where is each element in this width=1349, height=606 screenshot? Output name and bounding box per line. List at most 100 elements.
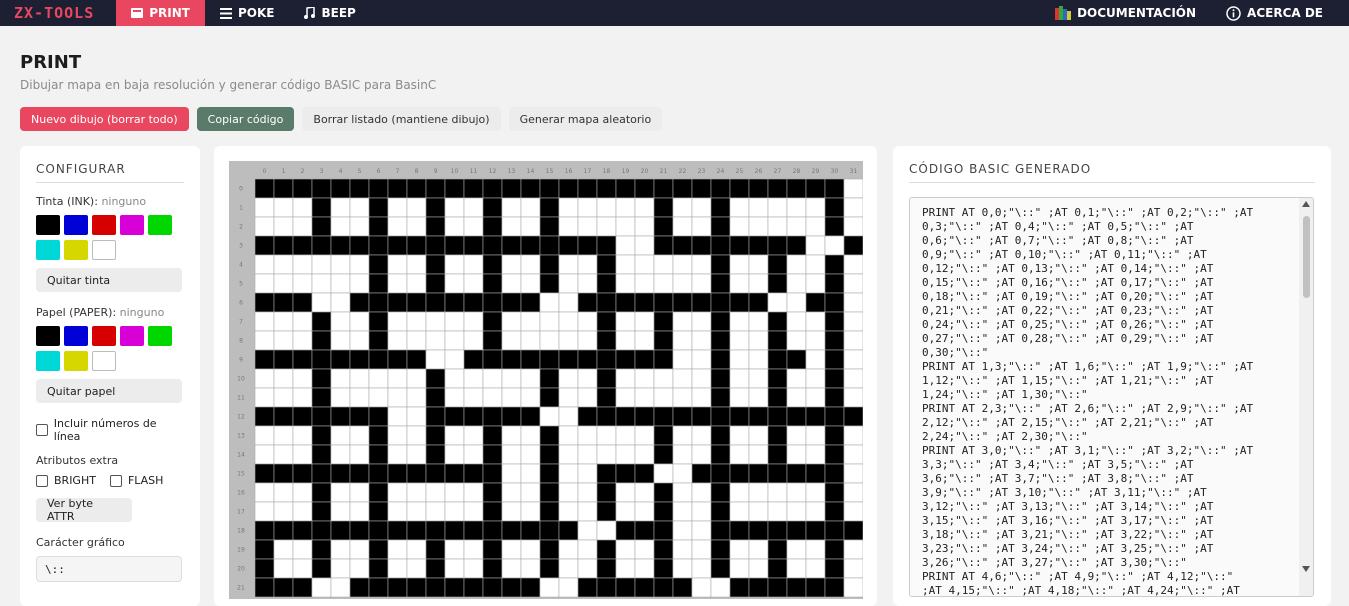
grid-cell[interactable] xyxy=(330,558,351,579)
grid-cell[interactable] xyxy=(387,197,408,218)
grid-cell[interactable] xyxy=(311,235,332,256)
grid-cell[interactable] xyxy=(311,311,332,332)
grid-cell[interactable] xyxy=(387,273,408,294)
grid-cell[interactable] xyxy=(368,387,389,408)
grid-cell[interactable] xyxy=(387,577,408,598)
grid-cell[interactable] xyxy=(558,558,579,579)
grid-cell[interactable] xyxy=(425,539,446,560)
grid-cell[interactable] xyxy=(482,311,503,332)
ink-swatch-2[interactable] xyxy=(92,215,116,235)
grid-cell[interactable] xyxy=(463,197,484,218)
grid-cell[interactable] xyxy=(729,482,750,503)
grid-cell[interactable] xyxy=(311,349,332,370)
grid-cell[interactable] xyxy=(805,463,826,484)
grid-cell[interactable] xyxy=(539,406,560,427)
grid-cell[interactable] xyxy=(577,501,598,522)
grid-cell[interactable] xyxy=(710,197,731,218)
grid-cell[interactable] xyxy=(520,539,541,560)
grid-cell[interactable] xyxy=(406,254,427,275)
grid-cell[interactable] xyxy=(786,254,807,275)
grid-cell[interactable] xyxy=(254,273,275,294)
grid-cell[interactable] xyxy=(254,425,275,446)
grid-cell[interactable] xyxy=(729,254,750,275)
grid-cell[interactable] xyxy=(615,349,636,370)
grid-cell[interactable] xyxy=(387,406,408,427)
grid-cell[interactable] xyxy=(805,254,826,275)
nav-tab-beep[interactable]: BEEP xyxy=(289,0,370,26)
grid-cell[interactable] xyxy=(292,349,313,370)
grid-cell[interactable] xyxy=(843,368,863,389)
grid-cell[interactable] xyxy=(615,311,636,332)
grid-cell[interactable] xyxy=(710,292,731,313)
grid-cell[interactable] xyxy=(786,463,807,484)
grid-cell[interactable] xyxy=(767,235,788,256)
grid-cell[interactable] xyxy=(691,235,712,256)
grid-cell[interactable] xyxy=(615,330,636,351)
grid-cell[interactable] xyxy=(596,539,617,560)
grid-cell[interactable] xyxy=(729,178,750,199)
grid-cell[interactable] xyxy=(425,349,446,370)
grid-cell[interactable] xyxy=(672,254,693,275)
grid-cell[interactable] xyxy=(292,425,313,446)
ink-swatch-1[interactable] xyxy=(64,215,88,235)
grid-cell[interactable] xyxy=(634,482,655,503)
grid-cell[interactable] xyxy=(330,463,351,484)
grid-cell[interactable] xyxy=(368,216,389,237)
grid-cell[interactable] xyxy=(577,539,598,560)
grid-cell[interactable] xyxy=(615,254,636,275)
grid-cell[interactable] xyxy=(634,387,655,408)
grid-cell[interactable] xyxy=(425,197,446,218)
grid-cell[interactable] xyxy=(710,349,731,370)
grid-cell[interactable] xyxy=(330,444,351,465)
grid-cell[interactable] xyxy=(767,349,788,370)
grid-cell[interactable] xyxy=(311,558,332,579)
line-numbers-option[interactable]: Incluir números de línea xyxy=(36,417,184,443)
grid-cell[interactable] xyxy=(254,235,275,256)
grid-cell[interactable] xyxy=(615,425,636,446)
clear-paper-button[interactable]: Quitar papel xyxy=(36,379,182,403)
grid-cell[interactable] xyxy=(729,235,750,256)
grid-cell[interactable] xyxy=(691,444,712,465)
grid-cell[interactable] xyxy=(691,178,712,199)
grid-cell[interactable] xyxy=(425,482,446,503)
grid-cell[interactable] xyxy=(330,330,351,351)
grid-cell[interactable] xyxy=(596,577,617,598)
grid-cell[interactable] xyxy=(672,520,693,541)
grid-cell[interactable] xyxy=(786,292,807,313)
grid-cell[interactable] xyxy=(406,349,427,370)
grid-cell[interactable] xyxy=(634,558,655,579)
grid-cell[interactable] xyxy=(482,368,503,389)
grid-cell[interactable] xyxy=(482,482,503,503)
grid-cell[interactable] xyxy=(273,444,294,465)
grid-cell[interactable] xyxy=(330,539,351,560)
grid-cell[interactable] xyxy=(596,273,617,294)
grid-cell[interactable] xyxy=(786,311,807,332)
grid-cell[interactable] xyxy=(482,444,503,465)
grid-cell[interactable] xyxy=(463,368,484,389)
grid-cell[interactable] xyxy=(824,216,845,237)
grid-cell[interactable] xyxy=(406,292,427,313)
grid-cell[interactable] xyxy=(349,254,370,275)
grid-cell[interactable] xyxy=(634,425,655,446)
grid-cell[interactable] xyxy=(805,235,826,256)
grid-cell[interactable] xyxy=(482,197,503,218)
grid-cell[interactable] xyxy=(634,406,655,427)
grid-cell[interactable] xyxy=(653,444,674,465)
grid-cell[interactable] xyxy=(501,387,522,408)
grid-cell[interactable] xyxy=(444,254,465,275)
grid-cell[interactable] xyxy=(729,349,750,370)
grid-cell[interactable] xyxy=(691,273,712,294)
grid-cell[interactable] xyxy=(577,254,598,275)
grid-cell[interactable] xyxy=(767,292,788,313)
grid-cell[interactable] xyxy=(653,178,674,199)
grid-cell[interactable] xyxy=(273,178,294,199)
grid-cell[interactable] xyxy=(767,254,788,275)
grid-cell[interactable] xyxy=(539,387,560,408)
grid-cell[interactable] xyxy=(539,463,560,484)
grid-cell[interactable] xyxy=(482,406,503,427)
grid-cell[interactable] xyxy=(577,558,598,579)
grid-cell[interactable] xyxy=(463,406,484,427)
grid-cell[interactable] xyxy=(691,349,712,370)
grid-cell[interactable] xyxy=(596,216,617,237)
grid-cell[interactable] xyxy=(748,558,769,579)
